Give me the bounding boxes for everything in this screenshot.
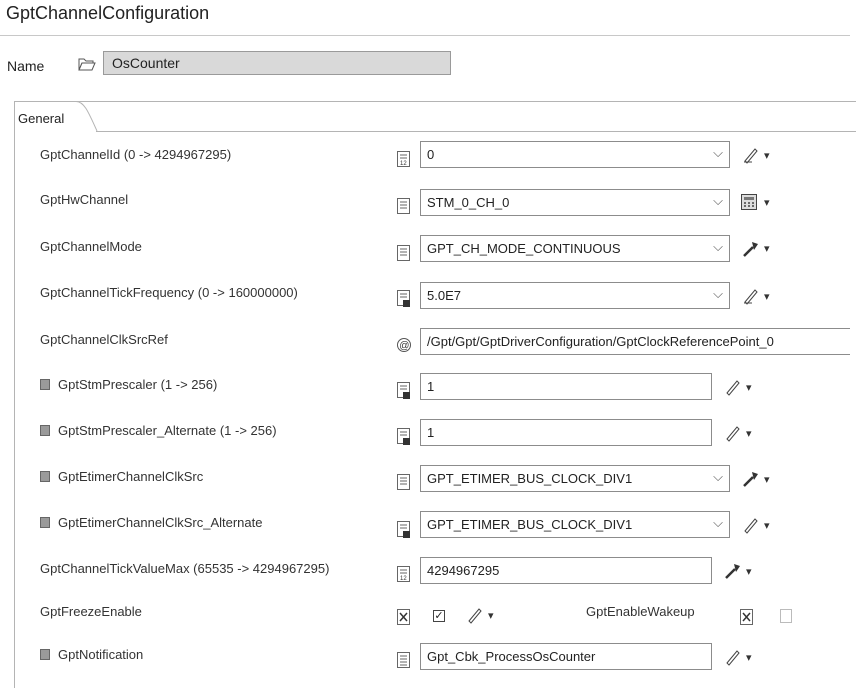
lock-icon <box>40 425 50 436</box>
row-label-gpt-channel-clk-src-ref: GptChannelClkSrcRef <box>40 332 168 347</box>
chevron-down-icon[interactable]: ⌵ <box>713 286 723 302</box>
tab-strip-line <box>96 131 856 132</box>
wand-icon[interactable] <box>742 240 760 258</box>
row-label-gpt-stm-prescaler: GptStmPrescaler (1 -> 256) <box>40 377 217 392</box>
document-icon: 12 <box>397 566 410 582</box>
calculator-icon[interactable] <box>740 193 758 211</box>
row-label-gpt-channel-tick-value-max: GptChannelTickValueMax (65535 -> 4294967… <box>40 561 330 576</box>
chevron-down-icon[interactable]: ⌵ <box>713 145 723 161</box>
dropdown-arrow-icon[interactable]: ▾ <box>764 290 770 303</box>
wand-icon[interactable] <box>724 562 742 580</box>
chevron-down-icon[interactable]: ⌵ <box>713 469 723 485</box>
gpt-channel-tick-frequency-combo[interactable]: 5.0E7 ⌵ <box>420 282 730 309</box>
dropdown-arrow-icon[interactable]: ▾ <box>764 519 770 532</box>
gpt-channel-clk-src-ref-field[interactable]: /Gpt/Gpt/GptDriverConfiguration/GptClock… <box>420 328 850 355</box>
dropdown-arrow-icon[interactable]: ▾ <box>746 427 752 440</box>
boolean-doc-icon <box>740 609 753 625</box>
pencil-icon[interactable] <box>724 648 742 666</box>
dropdown-arrow-icon[interactable]: ▾ <box>764 242 770 255</box>
document-icon <box>397 521 410 538</box>
document-icon <box>397 290 410 307</box>
svg-text:12: 12 <box>400 161 407 167</box>
name-label: Name <box>7 58 45 74</box>
row-label-gpt-freeze-enable: GptFreezeEnable <box>40 604 142 619</box>
row-label-gpt-channel-mode: GptChannelMode <box>40 239 142 254</box>
gpt-freeze-enable-checkbox[interactable]: ✓ <box>433 610 445 622</box>
calculator-pencil-icon[interactable] <box>742 146 760 164</box>
gpt-channel-id-combo[interactable]: 0 ⌵ <box>420 141 730 168</box>
chevron-down-icon[interactable]: ⌵ <box>713 239 723 255</box>
lock-icon <box>40 379 50 390</box>
svg-text:12: 12 <box>400 576 407 582</box>
document-icon <box>397 198 410 214</box>
pencil-icon[interactable] <box>466 606 484 624</box>
document-icon <box>397 245 410 261</box>
row-label-gpt-notification: GptNotification <box>40 647 143 662</box>
row-label-gpt-channel-id: GptChannelId (0 -> 4294967295) <box>40 147 232 162</box>
gpt-channel-mode-combo[interactable]: GPT_CH_MODE_CONTINUOUS ⌵ <box>420 235 730 262</box>
boolean-doc-icon <box>397 609 410 625</box>
wand-icon[interactable] <box>742 470 760 488</box>
svg-text:@: @ <box>399 341 409 352</box>
row-label-gpt-channel-tick-frequency: GptChannelTickFrequency (0 -> 160000000) <box>40 285 298 300</box>
chevron-down-icon[interactable]: ⌵ <box>713 193 723 209</box>
row-label-gpt-etimer-channel-clk-src-alternate: GptEtimerChannelClkSrc_Alternate <box>40 515 262 530</box>
gpt-channel-tick-value-max-input[interactable]: 4294967295 <box>420 557 712 584</box>
document-icon <box>397 382 410 399</box>
dropdown-arrow-icon[interactable]: ▾ <box>746 565 752 578</box>
dropdown-arrow-icon[interactable]: ▾ <box>764 196 770 209</box>
gpt-enable-wakeup-checkbox[interactable] <box>780 609 792 623</box>
lock-icon <box>40 471 50 482</box>
folder-open-icon <box>78 58 96 71</box>
tab-general-label: General <box>18 111 65 126</box>
gpt-etimer-channel-clk-src-combo[interactable]: GPT_ETIMER_BUS_CLOCK_DIV1 ⌵ <box>420 465 730 492</box>
document-icon <box>397 474 410 490</box>
row-label-gpt-stm-prescaler-alternate: GptStmPrescaler_Alternate (1 -> 256) <box>40 423 277 438</box>
row-label-gpt-hw-channel: GptHwChannel <box>40 192 129 207</box>
document-icon <box>397 428 410 445</box>
gpt-stm-prescaler-alternate-input[interactable]: 1 <box>420 419 712 446</box>
pencil-icon[interactable] <box>724 378 742 396</box>
lock-icon <box>40 517 50 528</box>
gpt-enable-wakeup-label: GptEnableWakeup <box>586 604 695 619</box>
gpt-notification-input[interactable]: Gpt_Cbk_ProcessOsCounter <box>420 643 712 670</box>
reference-at-icon: @ <box>397 338 411 352</box>
dropdown-arrow-icon[interactable]: ▾ <box>746 651 752 664</box>
row-label-gpt-etimer-channel-clk-src: GptEtimerChannelClkSrc <box>40 469 203 484</box>
title-divider <box>0 35 850 36</box>
chevron-down-icon[interactable]: ⌵ <box>713 515 723 531</box>
pencil-icon[interactable] <box>724 424 742 442</box>
dropdown-arrow-icon[interactable]: ▾ <box>764 473 770 486</box>
page-title: GptChannelConfiguration <box>6 3 210 23</box>
name-input[interactable]: OsCounter <box>103 51 451 75</box>
lock-icon <box>40 649 50 660</box>
gpt-etimer-channel-clk-src-alternate-combo[interactable]: GPT_ETIMER_BUS_CLOCK_DIV1 ⌵ <box>420 511 730 538</box>
document-icon: 12 <box>397 151 410 167</box>
dropdown-arrow-icon[interactable]: ▾ <box>746 381 752 394</box>
dropdown-arrow-icon[interactable]: ▾ <box>488 609 494 622</box>
pencil-icon[interactable] <box>742 516 760 534</box>
calculator-pencil-icon[interactable] <box>742 287 760 305</box>
gpt-stm-prescaler-input[interactable]: 1 <box>420 373 712 400</box>
dropdown-arrow-icon[interactable]: ▾ <box>764 149 770 162</box>
document-icon <box>397 652 410 668</box>
gpt-hw-channel-combo[interactable]: STM_0_CH_0 ⌵ <box>420 189 730 216</box>
